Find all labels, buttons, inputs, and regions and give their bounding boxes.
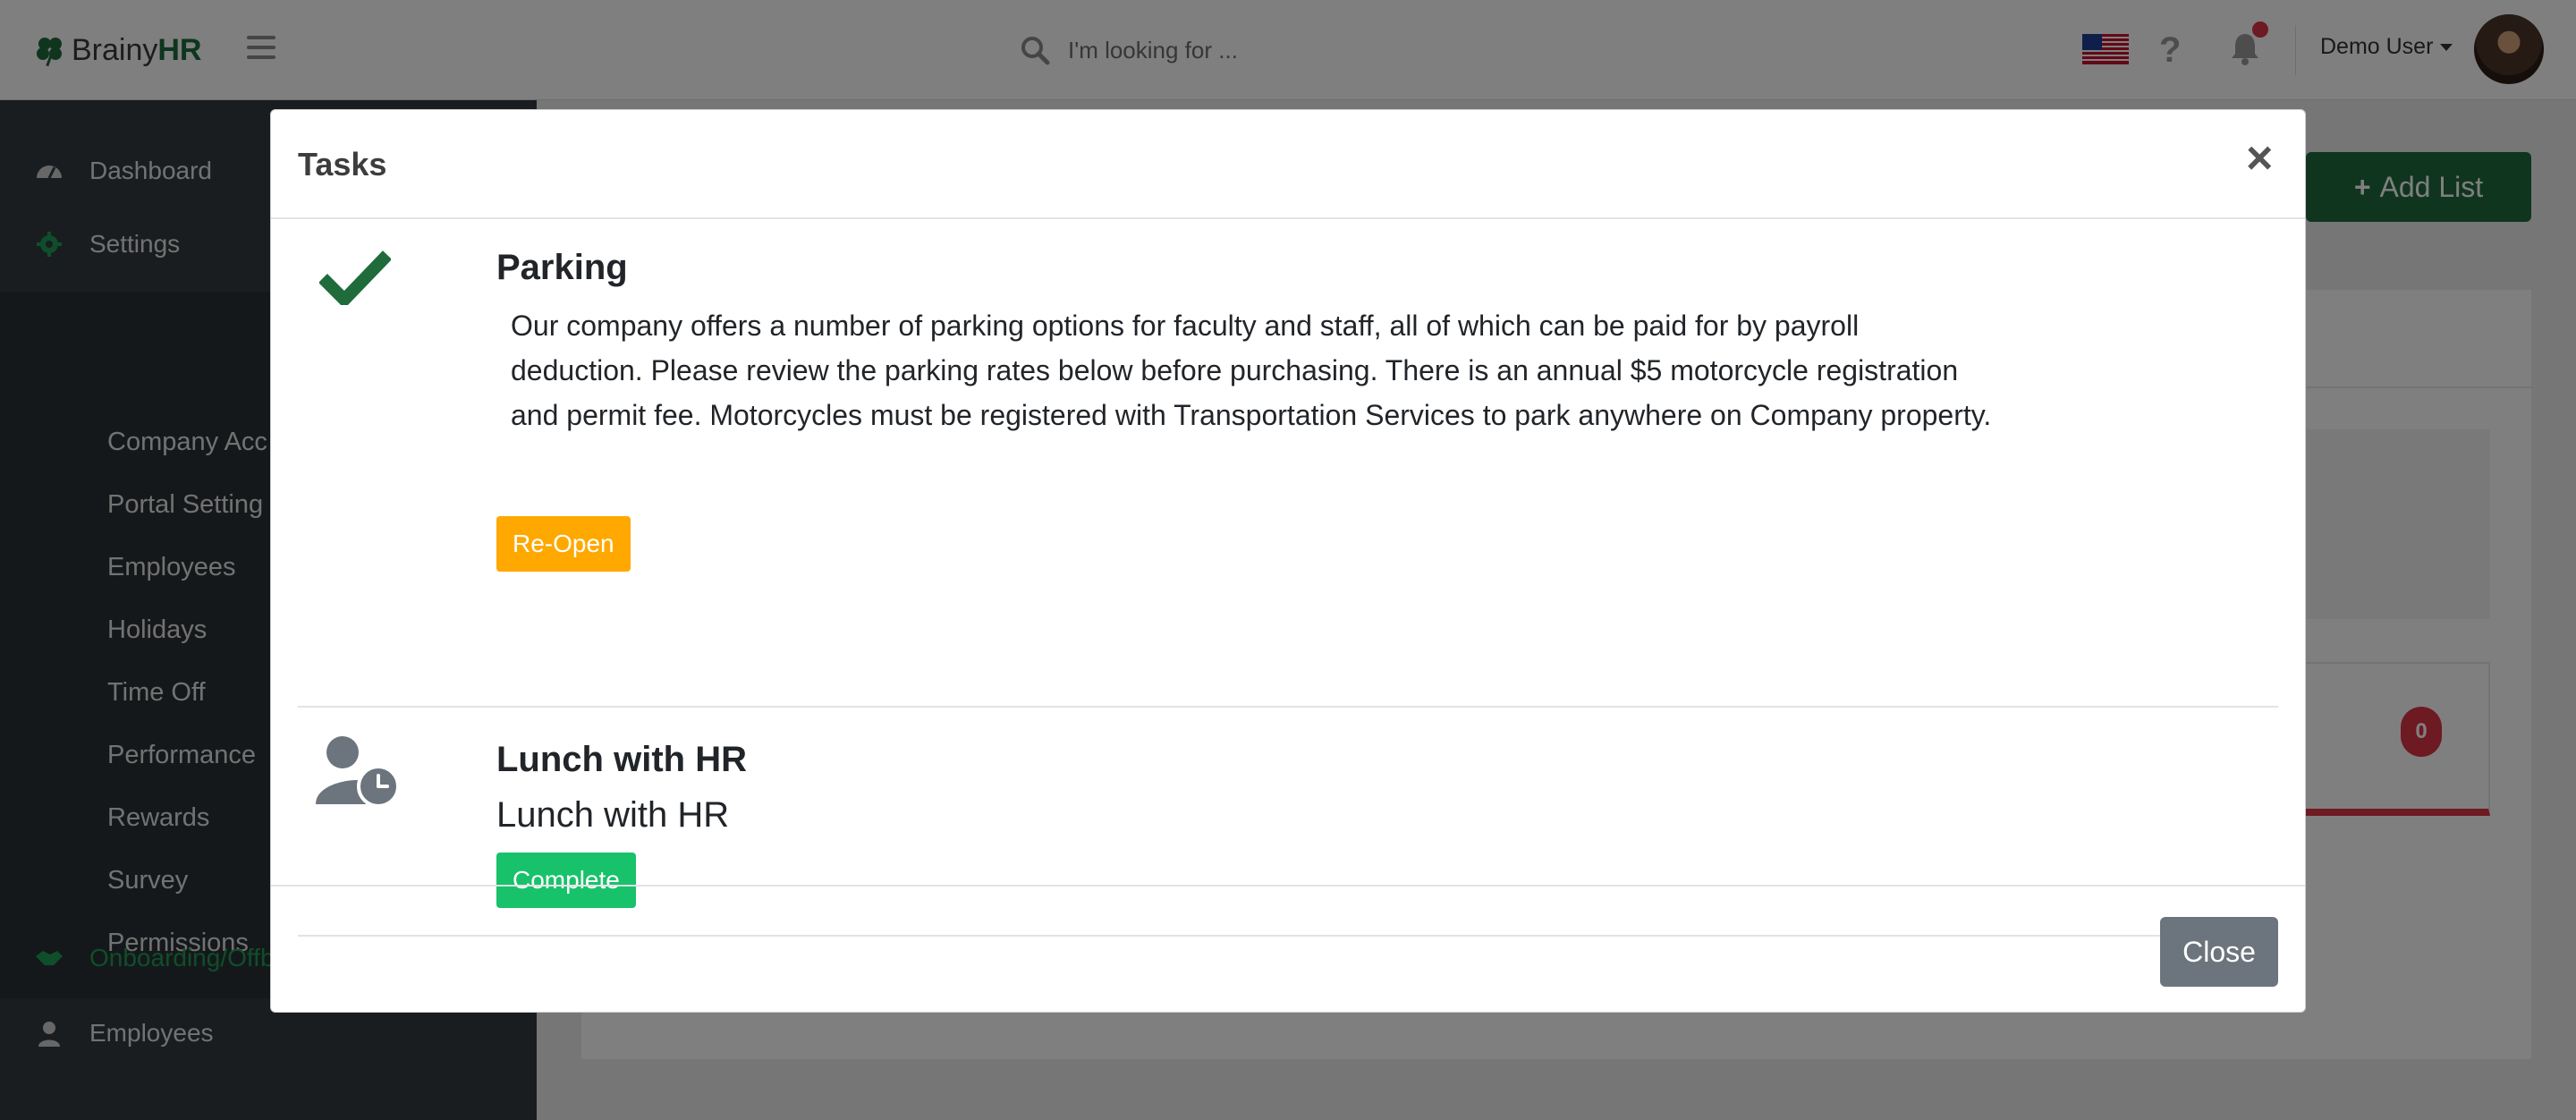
reopen-button[interactable]: Re-Open [496, 516, 631, 572]
tasks-modal: Tasks × Parking Our company offers a num… [270, 109, 2306, 1013]
close-button[interactable]: Close [2160, 917, 2278, 987]
user-clock-icon [316, 736, 398, 806]
modal-header: Tasks × [271, 110, 2305, 219]
task-description: Our company offers a number of parking o… [511, 310, 1992, 431]
task-item: Parking Our company offers a number of p… [298, 219, 2278, 708]
task-title: Parking [496, 248, 628, 287]
modal-footer: Close [271, 885, 2305, 1014]
task-title: Lunch with HR [496, 740, 747, 779]
close-icon[interactable]: × [2246, 135, 2273, 182]
checkmark-icon [319, 250, 391, 305]
task-description: Lunch with HR [496, 795, 730, 835]
modal-title: Tasks [298, 146, 387, 182]
